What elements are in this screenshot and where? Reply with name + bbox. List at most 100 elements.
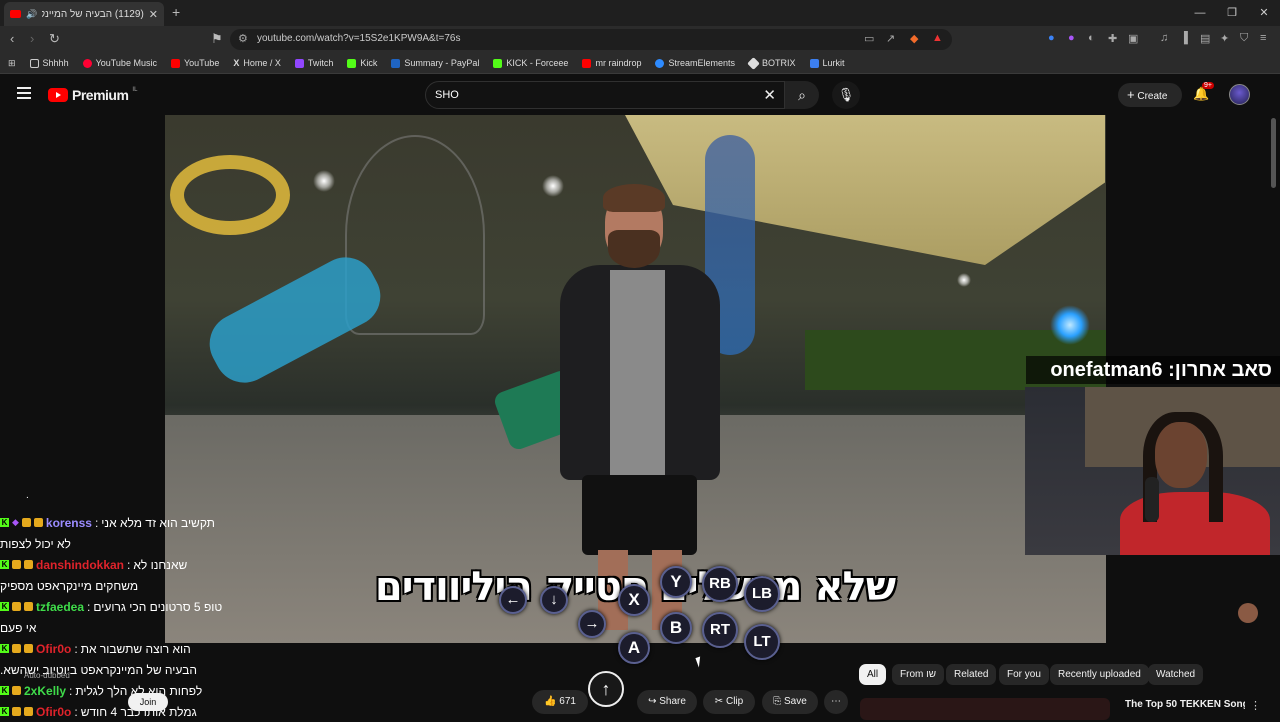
leo-icon[interactable]: ✦ bbox=[1220, 32, 1229, 45]
reload-icon[interactable]: ↻ bbox=[49, 31, 60, 47]
notifications-button[interactable]: 🔔 9+ bbox=[1193, 82, 1214, 102]
bookmark-label: StreamElements bbox=[668, 58, 735, 68]
more-icon: ⋯ bbox=[831, 696, 841, 707]
bookmark-item[interactable]: mr raindrop bbox=[582, 58, 641, 68]
music-icon[interactable]: ♫ bbox=[1160, 32, 1168, 44]
auto-dubbed-label: Auto-dubbed bbox=[24, 671, 70, 680]
x-button[interactable]: X bbox=[618, 584, 650, 616]
extension-icon[interactable]: ● bbox=[1048, 32, 1055, 44]
x-icon: X bbox=[233, 58, 240, 68]
chip-from-channel[interactable]: From שו bbox=[892, 664, 945, 685]
share-page-icon[interactable]: ↗ bbox=[886, 32, 895, 45]
badge-icon bbox=[24, 707, 33, 716]
site-info-icon[interactable]: ⚙ bbox=[238, 32, 248, 45]
bookmark-item[interactable]: Summary - PayPal bbox=[391, 58, 479, 68]
badge-icon bbox=[24, 644, 33, 653]
search-input[interactable]: SHO ✕ bbox=[425, 81, 785, 109]
maximize-icon[interactable]: ❐ bbox=[1216, 0, 1248, 26]
chip-for-you[interactable]: For you bbox=[999, 664, 1049, 685]
brave-rewards-icon[interactable]: ▲ bbox=[932, 32, 943, 44]
browser-tab[interactable]: 🔊 (1129) הבעיה של המיינקראפ... ✕ bbox=[4, 2, 164, 26]
chat-username: korenss bbox=[45, 515, 92, 530]
more-actions-button[interactable]: ⋯ bbox=[824, 690, 848, 714]
clear-search-icon[interactable]: ✕ bbox=[763, 86, 776, 104]
chip-watched[interactable]: Watched bbox=[1148, 664, 1204, 685]
hamburger-menu-icon[interactable] bbox=[17, 87, 31, 102]
chat-text: שאנחנו לא bbox=[133, 557, 188, 572]
new-tab-button[interactable]: + bbox=[172, 4, 180, 20]
bookmark-item[interactable]: Twitch bbox=[294, 58, 333, 68]
chip-all[interactable]: All bbox=[859, 664, 887, 685]
scroll-up-button[interactable]: ↑ bbox=[588, 671, 624, 707]
b-button[interactable]: B bbox=[660, 612, 692, 644]
apps-grid-icon[interactable]: ⊞ bbox=[8, 58, 16, 69]
menu-icon[interactable]: ≡ bbox=[1260, 32, 1266, 44]
like-count: 671 bbox=[559, 696, 576, 707]
kick-badge-icon: K bbox=[0, 686, 9, 695]
cast-icon[interactable]: ▭ bbox=[864, 32, 874, 45]
account-avatar[interactable] bbox=[1229, 84, 1250, 105]
related-video-thumbnail[interactable] bbox=[860, 698, 1110, 720]
clip-button[interactable]: ✂ Clip bbox=[703, 690, 755, 714]
bookmark-item[interactable]: BOTRIX bbox=[747, 56, 796, 70]
lt-button[interactable]: LT bbox=[744, 624, 780, 660]
minimize-icon[interactable]: — bbox=[1184, 0, 1216, 26]
address-bar[interactable]: ⚙ youtube.com/watch?v=15S2e1KPW9A&t=76s … bbox=[230, 29, 952, 50]
youtube-logo[interactable]: Premium IL bbox=[48, 87, 137, 103]
wallet-icon[interactable]: ▤ bbox=[1200, 32, 1210, 45]
search-button[interactable]: ⌕ bbox=[785, 81, 819, 109]
chip-recently-uploaded[interactable]: Recently uploaded bbox=[1050, 664, 1149, 685]
brave-shield-icon[interactable]: ◆ bbox=[910, 32, 918, 45]
twitch-icon bbox=[294, 58, 304, 68]
related-more-icon[interactable]: ⋮ bbox=[1250, 699, 1261, 712]
chip-related[interactable]: Related bbox=[946, 664, 997, 685]
share-button[interactable]: ↪ Share bbox=[637, 690, 697, 714]
extensions-puzzle-icon[interactable]: ✚ bbox=[1108, 32, 1117, 45]
voice-search-button[interactable]: 🎙 bbox=[832, 81, 860, 109]
y-button[interactable]: Y bbox=[660, 566, 692, 598]
extension-icon[interactable]: ▣ bbox=[1128, 32, 1138, 45]
like-button[interactable]: 👍 671 bbox=[532, 690, 588, 714]
a-button[interactable]: A bbox=[618, 632, 650, 664]
related-video-title[interactable]: The Top 50 TEKKEN Songs of All Time bbox=[1125, 699, 1245, 710]
bookmark-item[interactable]: Kick bbox=[347, 58, 377, 68]
forward-icon[interactable]: › bbox=[30, 31, 34, 46]
create-button[interactable]: + Create bbox=[1118, 83, 1182, 107]
speaker-icon[interactable]: 🔊 bbox=[26, 9, 37, 20]
corner-avatar bbox=[1238, 603, 1258, 623]
sidebar-icon[interactable]: ▐ bbox=[1180, 32, 1188, 44]
vpn-icon[interactable]: ⛉ bbox=[1240, 32, 1248, 45]
rb-button[interactable]: RB bbox=[702, 566, 738, 602]
join-button[interactable]: Join bbox=[128, 693, 168, 711]
bookmark-label: Shhhh bbox=[42, 58, 69, 68]
bookmark-page-icon[interactable]: ⚑ bbox=[211, 31, 223, 47]
close-tab-icon[interactable]: ✕ bbox=[149, 8, 158, 21]
dpad-left-button[interactable]: ← bbox=[499, 586, 527, 614]
close-window-icon[interactable]: ✕ bbox=[1248, 0, 1280, 26]
rt-button[interactable]: RT bbox=[702, 612, 738, 648]
badge-icon bbox=[12, 707, 21, 716]
bookmark-label: BOTRIX bbox=[762, 58, 796, 68]
bookmark-item[interactable]: KICK - Forceee bbox=[493, 58, 568, 68]
scene-lamp bbox=[313, 170, 335, 192]
bookmark-item[interactable]: YouTube Music bbox=[82, 58, 157, 68]
save-button[interactable]: ⎘ Save bbox=[762, 690, 818, 714]
bookmark-item[interactable]: Lurkit bbox=[809, 58, 845, 68]
dpad-right-button[interactable]: → bbox=[578, 610, 606, 638]
scene-blue-slide bbox=[199, 246, 391, 394]
lb-button[interactable]: LB bbox=[744, 576, 780, 612]
chat-text: לא יכול לצפות bbox=[0, 536, 71, 551]
back-icon[interactable]: ‹ bbox=[10, 31, 14, 46]
bookmark-item[interactable]: Shhhh bbox=[29, 58, 69, 68]
bookmark-item[interactable]: YouTube bbox=[170, 58, 219, 68]
page-scrollbar[interactable] bbox=[1271, 118, 1276, 188]
rt-label: RT bbox=[710, 621, 730, 638]
dpad-down-button[interactable]: ↓ bbox=[540, 586, 568, 614]
microphone-icon: 🎙 bbox=[837, 87, 855, 102]
extension-icon[interactable]: ● bbox=[1068, 32, 1075, 44]
bookmark-item[interactable]: StreamElements bbox=[655, 58, 735, 68]
bookmark-item[interactable]: X Home / X bbox=[233, 58, 281, 68]
extension-icon[interactable]: ◐ bbox=[1088, 32, 1095, 44]
b-label: B bbox=[669, 618, 683, 637]
chat-text: טופ 5 סרטונים הכי גרועים bbox=[93, 599, 223, 614]
